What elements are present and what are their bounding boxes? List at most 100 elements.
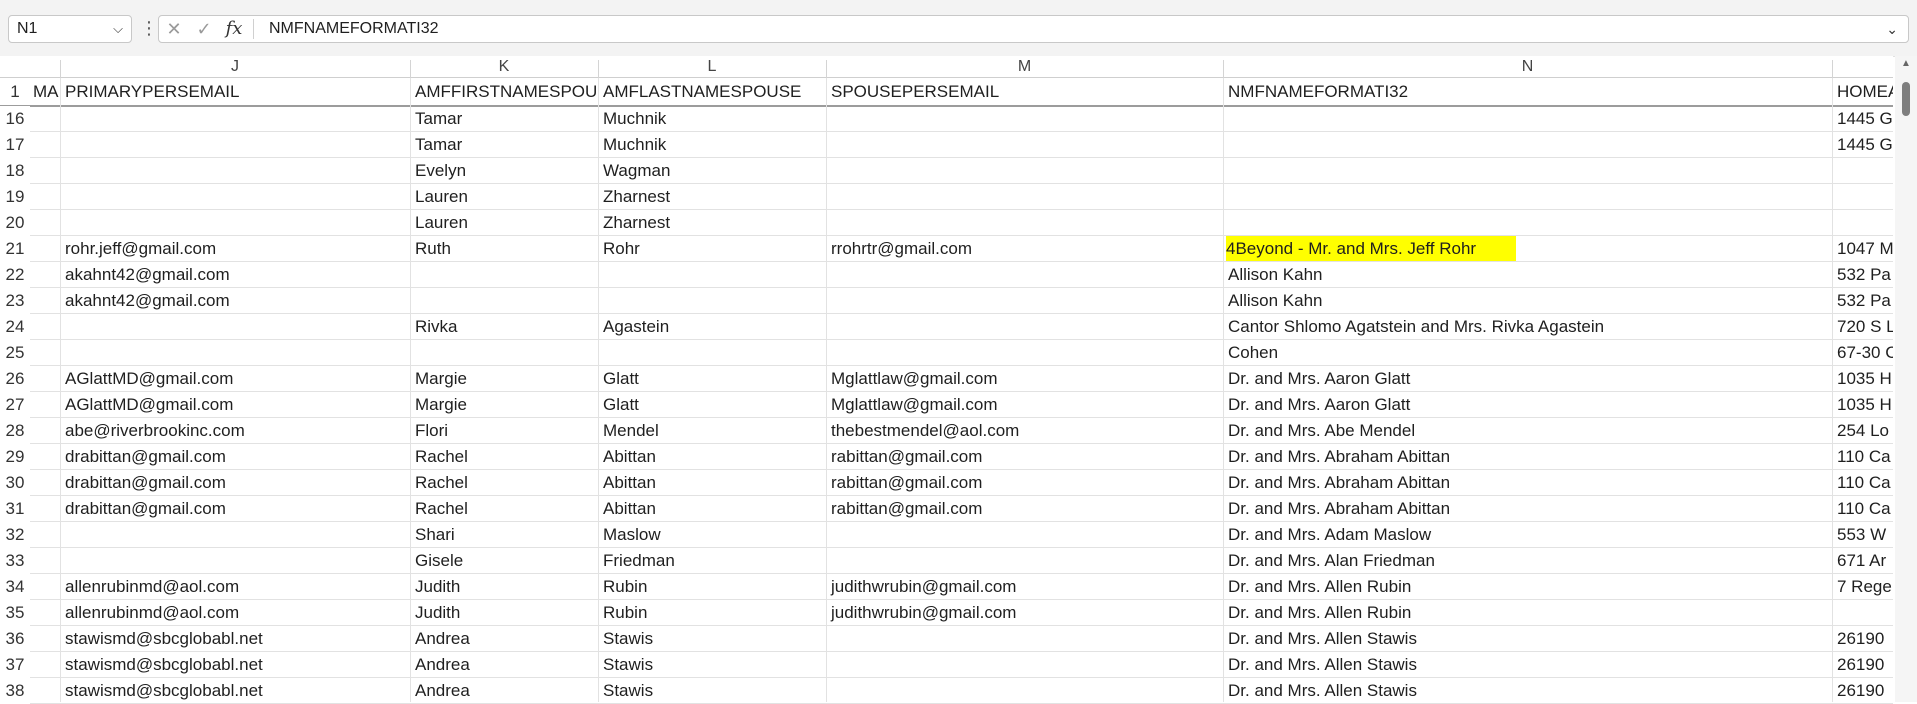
formula-input[interactable]: NMFNAMEFORMATI32 — [269, 16, 438, 42]
table-cell[interactable]: stawismd@sbcglobabl.net — [60, 678, 410, 704]
table-cell[interactable]: akahnt42@gmail.com — [60, 288, 410, 314]
row-header[interactable]: 24 — [0, 314, 30, 340]
table-cell[interactable] — [598, 288, 826, 314]
table-cell[interactable]: 110 Ca — [1832, 470, 1893, 496]
table-cell[interactable] — [1223, 210, 1832, 236]
table-cell[interactable] — [826, 132, 1223, 158]
table-cell[interactable] — [1832, 600, 1893, 626]
table-cell[interactable]: Muchnik — [598, 132, 826, 158]
table-cell[interactable]: Gisele — [410, 548, 598, 574]
table-cell[interactable] — [60, 314, 410, 340]
table-cell[interactable] — [410, 340, 598, 366]
header-cell[interactable]: AMFFIRSTNAMESPOUSE — [410, 78, 598, 106]
table-cell[interactable] — [30, 652, 60, 678]
table-cell[interactable]: rabittan@gmail.com — [826, 444, 1223, 470]
table-cell[interactable] — [30, 340, 60, 366]
table-cell[interactable]: Dr. and Mrs. Abraham Abittan — [1223, 496, 1832, 522]
row-header[interactable]: 21 — [0, 236, 30, 262]
table-cell[interactable]: Stawis — [598, 626, 826, 652]
table-cell[interactable]: 720 S L — [1832, 314, 1893, 340]
row-header[interactable]: 38 — [0, 678, 30, 704]
table-cell[interactable]: AGlattMD@gmail.com — [60, 392, 410, 418]
row-header[interactable]: 33 — [0, 548, 30, 574]
table-cell[interactable]: Andrea — [410, 626, 598, 652]
table-cell[interactable]: Dr. and Mrs. Allen Rubin — [1223, 574, 1832, 600]
table-cell[interactable]: 1445 G — [1832, 106, 1893, 132]
row-header[interactable]: 37 — [0, 652, 30, 678]
row-header[interactable]: 26 — [0, 366, 30, 392]
row-header[interactable]: 34 — [0, 574, 30, 600]
table-cell[interactable]: Allison Kahn — [1223, 288, 1832, 314]
table-cell[interactable] — [410, 288, 598, 314]
table-cell[interactable]: Rivka — [410, 314, 598, 340]
table-cell[interactable]: Dr. and Mrs. Abraham Abittan — [1223, 470, 1832, 496]
table-cell[interactable]: allenrubinmd@aol.com — [60, 600, 410, 626]
table-cell[interactable] — [30, 444, 60, 470]
table-cell[interactable] — [1832, 158, 1893, 184]
table-cell[interactable]: Rachel — [410, 444, 598, 470]
table-cell[interactable]: judithwrubin@gmail.com — [826, 600, 1223, 626]
table-cell[interactable]: Dr. and Mrs. Aaron Glatt — [1223, 392, 1832, 418]
table-cell[interactable]: 26190 — [1832, 678, 1893, 704]
table-cell[interactable]: Zharnest — [598, 210, 826, 236]
table-cell[interactable]: 532 Pa — [1832, 288, 1893, 314]
table-cell[interactable]: 671 Ar — [1832, 548, 1893, 574]
table-cell[interactable]: Dr. and Mrs. Allen Stawis — [1223, 626, 1832, 652]
table-cell[interactable]: 110 Ca — [1832, 444, 1893, 470]
table-cell[interactable]: Agastein — [598, 314, 826, 340]
table-cell[interactable]: rrohrtr@gmail.com — [826, 236, 1223, 262]
table-cell[interactable] — [1223, 132, 1832, 158]
table-cell[interactable] — [30, 262, 60, 288]
table-cell[interactable]: Shari — [410, 522, 598, 548]
table-cell[interactable]: Judith — [410, 600, 598, 626]
table-cell[interactable]: Stawis — [598, 678, 826, 704]
row-header[interactable]: 32 — [0, 522, 30, 548]
table-cell[interactable] — [30, 626, 60, 652]
table-cell[interactable]: AGlattMD@gmail.com — [60, 366, 410, 392]
row-header[interactable]: 31 — [0, 496, 30, 522]
table-cell[interactable]: Wagman — [598, 158, 826, 184]
table-cell[interactable]: Cantor Shlomo Agatstein and Mrs. Rivka A… — [1223, 314, 1832, 340]
table-cell[interactable]: Rubin — [598, 600, 826, 626]
table-cell[interactable]: Friedman — [598, 548, 826, 574]
table-cell[interactable] — [826, 158, 1223, 184]
table-cell[interactable] — [1832, 210, 1893, 236]
table-cell[interactable]: judithwrubin@gmail.com — [826, 574, 1223, 600]
table-cell[interactable]: Muchnik — [598, 106, 826, 132]
table-cell[interactable]: 1035 H — [1832, 366, 1893, 392]
header-cell[interactable]: SPOUSEPERSEMAIL — [826, 78, 1223, 106]
table-cell[interactable] — [30, 314, 60, 340]
spreadsheet-grid[interactable]: J K L M N 1 MA PRIMARYPERSEMAIL AMFFIRSTNAMESPOU… — [0, 56, 1917, 704]
table-cell[interactable] — [598, 262, 826, 288]
table-cell[interactable] — [30, 600, 60, 626]
table-cell[interactable]: Flori — [410, 418, 598, 444]
scrollbar-thumb[interactable] — [1902, 82, 1910, 116]
table-cell[interactable]: 26190 — [1832, 626, 1893, 652]
table-cell[interactable]: stawismd@sbcglobabl.net — [60, 652, 410, 678]
table-cell[interactable]: Dr. and Mrs. Abraham Abittan — [1223, 444, 1832, 470]
table-cell[interactable] — [826, 314, 1223, 340]
table-cell[interactable]: Stawis — [598, 652, 826, 678]
table-cell[interactable] — [826, 262, 1223, 288]
table-cell[interactable]: Margie — [410, 366, 598, 392]
table-cell[interactable]: Lauren — [410, 184, 598, 210]
table-cell[interactable]: 254 Lo — [1832, 418, 1893, 444]
table-cell[interactable] — [30, 522, 60, 548]
table-cell[interactable]: 4Beyond - Mr. and Mrs. Jeff Rohr — [1223, 236, 1832, 262]
row-header[interactable]: 25 — [0, 340, 30, 366]
table-cell[interactable]: Margie — [410, 392, 598, 418]
table-cell[interactable]: drabittan@gmail.com — [60, 496, 410, 522]
row-header[interactable]: 19 — [0, 184, 30, 210]
table-cell[interactable] — [30, 470, 60, 496]
row-header[interactable]: 17 — [0, 132, 30, 158]
table-cell[interactable] — [30, 548, 60, 574]
table-cell[interactable] — [826, 678, 1223, 704]
table-cell[interactable]: 26190 — [1832, 652, 1893, 678]
table-cell[interactable] — [1223, 106, 1832, 132]
table-cell[interactable]: Zharnest — [598, 184, 826, 210]
table-cell[interactable]: 7 Rege — [1832, 574, 1893, 600]
table-cell[interactable]: Abittan — [598, 496, 826, 522]
table-cell[interactable]: rohr.jeff@gmail.com — [60, 236, 410, 262]
table-cell[interactable] — [30, 392, 60, 418]
check-icon[interactable]: ✓ — [191, 16, 217, 42]
